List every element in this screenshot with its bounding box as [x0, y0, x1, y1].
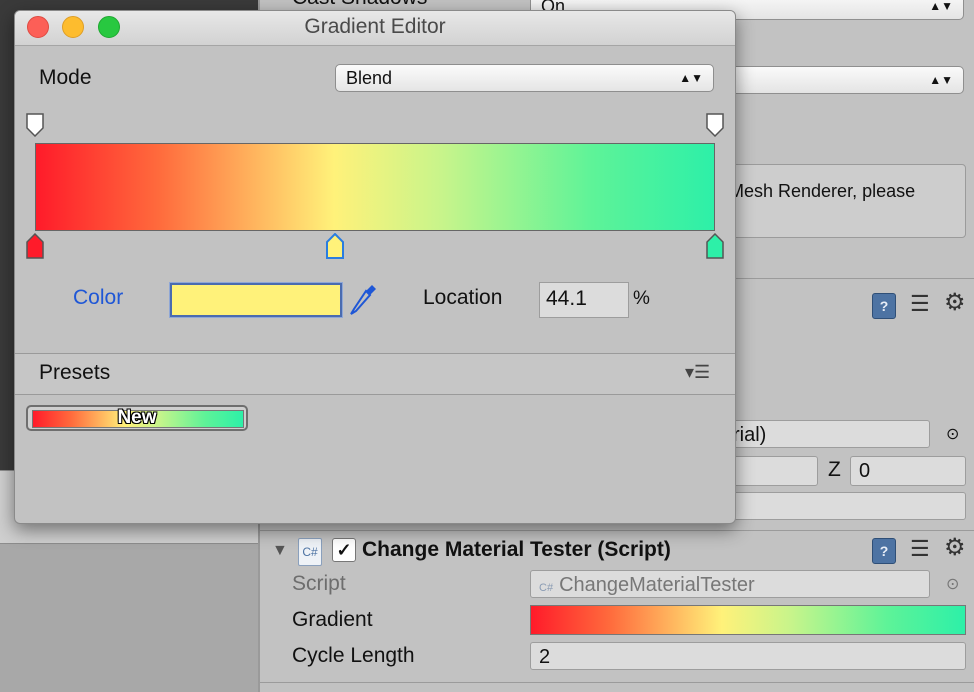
script-label: Script	[292, 572, 346, 595]
preset-settings-icon[interactable]: ☰	[910, 292, 934, 316]
title-bar[interactable]: Gradient Editor	[15, 11, 735, 46]
mode-label: Mode	[39, 66, 92, 89]
gradient-preview-bar[interactable]	[35, 143, 715, 231]
y-field[interactable]	[724, 456, 818, 486]
gear-icon[interactable]: ⚙	[944, 291, 972, 315]
eyedropper-icon[interactable]	[348, 283, 378, 317]
help-box: Mesh Renderer, please	[724, 164, 966, 238]
preset-settings-icon[interactable]: ☰	[910, 537, 934, 561]
color-field[interactable]	[170, 283, 342, 317]
cycle-length-value: 2	[539, 646, 551, 668]
presets-menu-icon[interactable]: ▾☰	[685, 362, 710, 383]
location-unit: %	[633, 288, 650, 309]
foldout-arrow-icon[interactable]: ▼	[272, 542, 288, 560]
color-label: Color	[73, 286, 124, 309]
z-value: 0	[859, 460, 871, 482]
color-stop-marker-left[interactable]	[26, 233, 44, 259]
presets-header: Presets ▾☰	[15, 353, 735, 395]
color-stop-marker-right[interactable]	[706, 233, 724, 259]
csharp-script-icon: C#	[298, 538, 322, 566]
color-stop-marker-selected[interactable]	[326, 233, 344, 259]
preset-new-swatch[interactable]: New	[26, 405, 248, 431]
cycle-length-label: Cycle Length	[292, 644, 415, 667]
material-value: rial)	[733, 424, 767, 446]
preset-new-label: New	[117, 407, 157, 428]
script-value: ChangeMaterialTester	[559, 574, 755, 596]
divider	[260, 682, 974, 683]
location-field[interactable]: 44.1	[539, 282, 629, 318]
alpha-stop-marker-right[interactable]	[706, 113, 724, 137]
divider	[260, 530, 974, 531]
help-book-icon[interactable]: ?	[872, 293, 896, 319]
location-value: 44.1	[546, 287, 587, 310]
mode-dropdown[interactable]: Blend ▲▼	[335, 64, 714, 92]
close-button[interactable]	[27, 16, 49, 38]
csharp-file-icon: C#	[539, 582, 554, 594]
maximize-button[interactable]	[98, 16, 120, 38]
window-title: Gradient Editor	[304, 15, 446, 38]
z-field[interactable]: 0	[850, 456, 966, 486]
gradient-editor-window: Gradient Editor Mode Blend ▲▼ Color Loca…	[14, 10, 736, 524]
material-field[interactable]: rial)	[724, 420, 930, 448]
object-picker-icon[interactable]: ⊙	[946, 424, 959, 444]
alpha-stop-marker-left[interactable]	[26, 113, 44, 137]
z-label: Z	[828, 458, 841, 481]
cycle-length-field[interactable]: 2	[530, 642, 966, 670]
chevron-updown-icon: ▲▼	[679, 71, 703, 85]
object-picker-icon[interactable]: ⊙	[946, 574, 959, 594]
location-label: Location	[423, 286, 503, 309]
help-text: Mesh Renderer, please	[729, 181, 916, 201]
property-field[interactable]	[724, 492, 966, 520]
chevron-updown-icon: ▲▼	[929, 0, 953, 13]
minimize-button[interactable]	[62, 16, 84, 38]
help-book-icon[interactable]: ?	[872, 538, 896, 564]
mode-value: Blend	[346, 68, 393, 88]
gradient-label: Gradient	[292, 608, 373, 631]
component-title: Change Material Tester (Script)	[362, 538, 671, 561]
presets-label: Presets	[39, 361, 111, 384]
cast-shadows-label: Cast Shadows	[292, 0, 427, 10]
chevron-updown-icon: ▲▼	[929, 73, 953, 87]
gear-icon[interactable]: ⚙	[944, 536, 972, 560]
script-field[interactable]: C# ChangeMaterialTester	[530, 570, 930, 598]
gradient-field[interactable]	[530, 605, 966, 635]
component-enabled-checkbox[interactable]: ✓	[332, 538, 356, 562]
